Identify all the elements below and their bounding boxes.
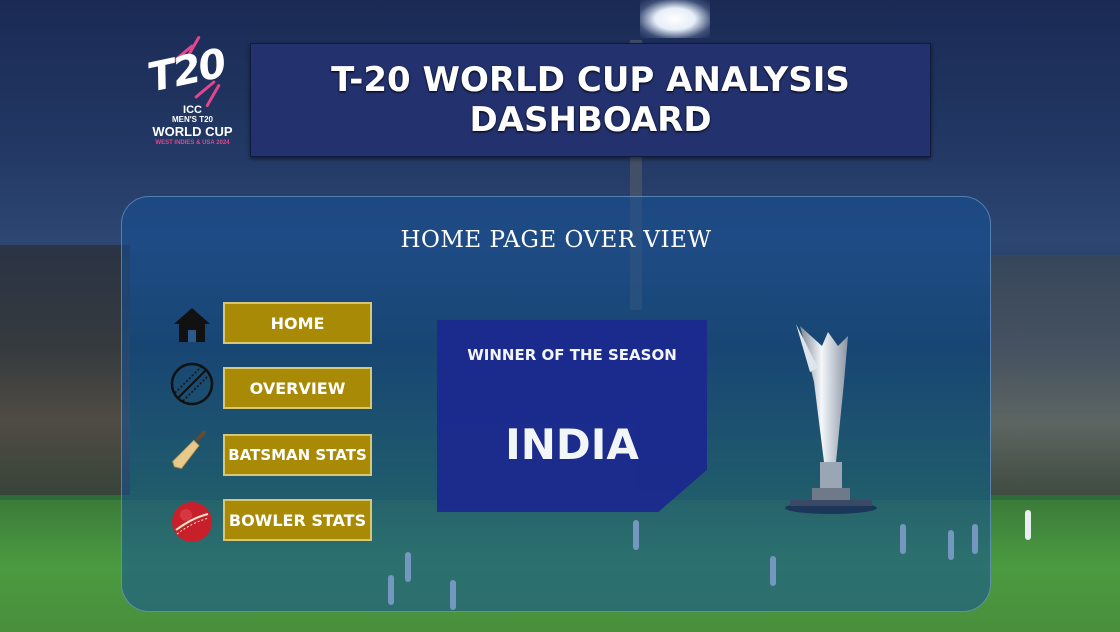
logo-event: WORLD CUP — [152, 124, 233, 139]
bowler-stats-button[interactable]: BOWLER STATS — [223, 499, 372, 541]
logo-hosts: WEST INDIES & USA 2024 — [155, 140, 230, 146]
stand-right — [990, 255, 1120, 495]
batsman-stats-button[interactable]: BATSMAN STATS — [223, 434, 372, 476]
winner-card: WINNER OF THE SEASON INDIA — [437, 320, 707, 512]
cricket-ball-outline-icon[interactable] — [170, 362, 214, 406]
cricket-bat-icon[interactable] — [170, 428, 214, 472]
dashboard-title-box: T-20 WORLD CUP ANALYSIS DASHBOARD — [250, 43, 931, 157]
stand-left — [0, 245, 130, 495]
home-icon[interactable] — [170, 302, 214, 346]
trophy-icon — [785, 324, 877, 514]
floodlight — [640, 0, 710, 38]
cricket-ball-icon[interactable] — [170, 500, 214, 544]
player-figure — [1025, 510, 1031, 540]
page-title-line-1: T-20 WORLD CUP ANALYSIS — [331, 60, 850, 100]
overview-button[interactable]: OVERVIEW — [223, 367, 372, 409]
home-button[interactable]: HOME — [223, 302, 372, 344]
page-title-line-2: DASHBOARD — [469, 100, 712, 140]
icc-world-cup-logo: T20 ICC MEN'S T20 WORLD CUP WEST INDIES … — [140, 35, 245, 150]
logo-subtitle: MEN'S T20 — [171, 115, 214, 124]
panel-title: HOME PAGE OVER VIEW — [400, 227, 712, 253]
winner-name: INDIA — [505, 420, 639, 469]
winner-label: WINNER OF THE SEASON — [467, 346, 677, 364]
